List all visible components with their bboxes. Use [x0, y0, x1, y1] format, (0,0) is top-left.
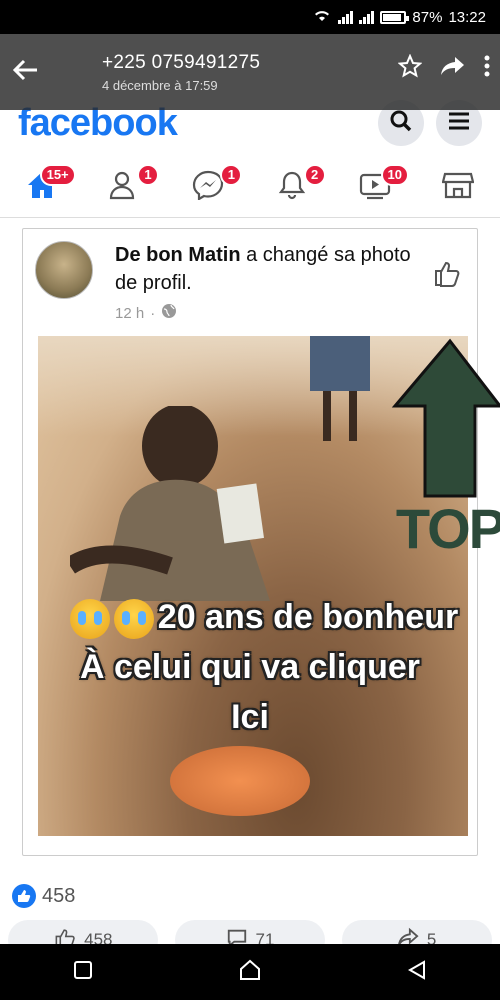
back-nav-icon[interactable] — [406, 959, 428, 986]
post-author[interactable]: De bon Matin — [115, 244, 241, 266]
bell-icon — [277, 170, 307, 205]
facebook-nav-bar: 15+ 1 1 2 10 — [0, 158, 500, 218]
notification-badge: 1 — [220, 163, 243, 186]
notification-badge: 10 — [380, 163, 409, 186]
post-time[interactable]: 12 h — [115, 305, 144, 322]
post-header-text: De bon Matin a changé sa photo de profil… — [115, 241, 415, 297]
signal-icon — [338, 10, 354, 24]
signal-icon-2 — [359, 10, 375, 24]
android-navigation-bar — [0, 944, 500, 1000]
notification-badge: 2 — [303, 163, 326, 186]
message-date: 4 décembre à 17:59 — [102, 77, 218, 93]
clock: 13:22 — [448, 8, 486, 26]
nav-friends[interactable]: 1 — [103, 163, 159, 210]
crying-face-icon — [69, 599, 110, 640]
home-nav-icon[interactable] — [238, 959, 262, 986]
nav-watch[interactable]: 10 — [353, 163, 409, 210]
nav-home[interactable]: 15+ — [20, 163, 76, 210]
reactions-summary[interactable]: 458 — [12, 884, 75, 908]
notification-badge: 15+ — [39, 163, 76, 186]
recent-apps-icon[interactable] — [72, 959, 94, 986]
battery-icon — [380, 10, 410, 24]
status-bar: 87% 13:22 — [0, 0, 500, 34]
contact-phone: +225 0759491275 — [102, 51, 261, 73]
post-image[interactable]: TOP 20 ans de bonheur À celui qui va cli… — [0, 336, 500, 836]
reactions-count: 458 — [42, 884, 76, 907]
top-label: TOP — [395, 497, 500, 560]
hamburger-icon — [447, 111, 471, 136]
like-icon[interactable] — [433, 259, 461, 292]
image-caption-line2: À celui qui va cliquer — [79, 648, 421, 686]
image-caption-line3: Ici — [231, 698, 269, 736]
nav-notifications[interactable]: 2 — [270, 163, 326, 210]
marketplace-icon — [441, 170, 475, 205]
image-caption-line1: 20 ans de bonheur — [0, 598, 500, 640]
whatsapp-toolbar: +225 0759491275 4 décembre à 17:59 — [0, 34, 500, 110]
notification-badge: 1 — [136, 163, 159, 186]
more-options-icon[interactable] — [484, 55, 490, 83]
contact-info[interactable]: +225 0759491275 4 décembre à 17:59 — [102, 52, 260, 93]
water-puddle — [170, 746, 310, 816]
avatar[interactable] — [35, 241, 93, 299]
search-icon — [389, 109, 413, 138]
child-figure — [70, 406, 270, 601]
nav-messenger[interactable]: 1 — [186, 163, 243, 210]
back-arrow-icon[interactable] — [12, 56, 52, 88]
battery-percent: 87% — [412, 8, 443, 26]
wifi-icon — [312, 8, 332, 26]
like-reaction-icon — [12, 884, 36, 908]
forward-icon[interactable] — [440, 55, 466, 83]
globe-icon — [161, 303, 177, 323]
nav-marketplace[interactable] — [436, 166, 480, 210]
standing-legs — [310, 336, 370, 441]
crying-face-icon — [113, 599, 154, 640]
star-icon[interactable] — [397, 53, 423, 84]
